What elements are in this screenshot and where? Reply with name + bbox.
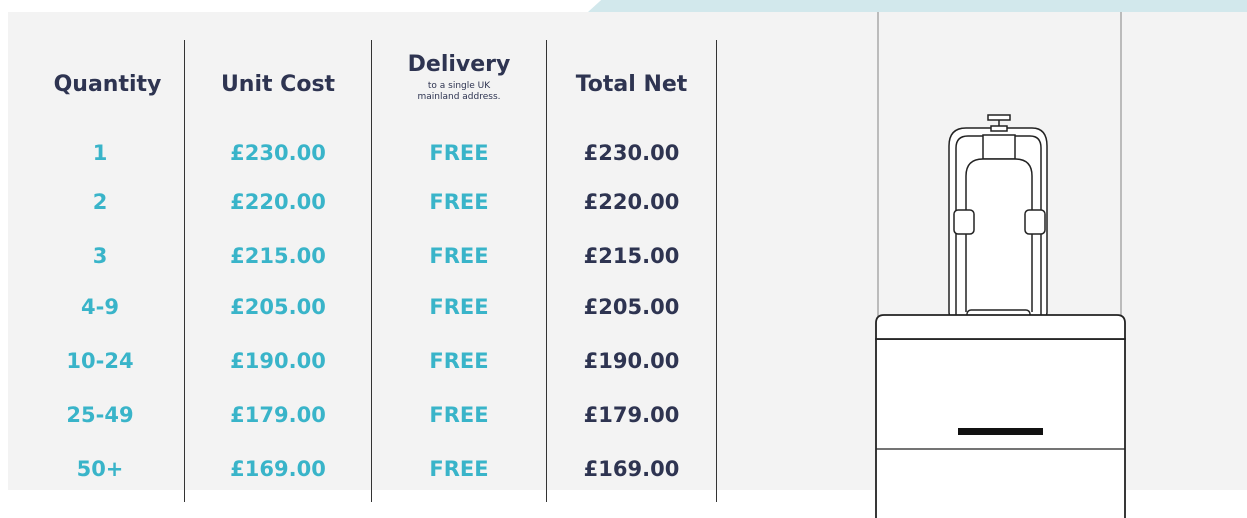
column-divider	[184, 40, 185, 502]
delivery-cell: FREE	[429, 349, 489, 373]
unit-cost-cell: £179.00	[230, 403, 326, 427]
unit-cost-cell: £215.00	[230, 244, 326, 268]
delivery-cell: FREE	[429, 244, 489, 268]
delivery-cell: FREE	[429, 457, 489, 481]
quantity-cell: 50+	[76, 457, 124, 481]
quantity-cell: 1	[92, 141, 108, 165]
quantity-cell: 4-9	[81, 295, 119, 319]
column-divider	[371, 40, 372, 502]
delivery-cell: FREE	[429, 295, 489, 319]
quantity-cell: 10-24	[66, 349, 134, 373]
unit-cost-cell: £220.00	[230, 190, 326, 214]
total-net-cell: £215.00	[583, 244, 680, 268]
delivery-cell: FREE	[429, 141, 489, 165]
quantity-cell: 2	[92, 190, 108, 214]
quantity-cell: 3	[92, 244, 108, 268]
unit-cost-cell: £205.00	[230, 295, 326, 319]
header-total-net: Total Net	[575, 72, 688, 97]
dispenser-stand-icon	[875, 12, 1126, 518]
delivery-cell: FREE	[429, 403, 489, 427]
total-net-cell: £179.00	[583, 403, 680, 427]
delivery-note-line1: to a single UK	[427, 81, 491, 91]
total-net-cell: £205.00	[583, 295, 680, 319]
total-net-cell: £190.00	[583, 349, 680, 373]
header-unit-cost: Unit Cost	[220, 72, 336, 97]
total-net-cell: £220.00	[583, 190, 680, 214]
header-delivery: Delivery	[407, 52, 511, 77]
delivery-cell: FREE	[429, 190, 489, 214]
total-net-cell: £230.00	[583, 141, 680, 165]
unit-cost-cell: £169.00	[230, 457, 326, 481]
delivery-note-line2: mainland address.	[417, 92, 501, 102]
top-accent-bar	[588, 0, 1247, 12]
quantity-cell: 25-49	[66, 403, 134, 427]
column-divider	[716, 40, 717, 502]
total-net-cell: £169.00	[583, 457, 680, 481]
column-divider	[546, 40, 547, 502]
header-quantity: Quantity	[53, 72, 162, 97]
unit-cost-cell: £230.00	[230, 141, 326, 165]
unit-cost-cell: £190.00	[230, 349, 326, 373]
